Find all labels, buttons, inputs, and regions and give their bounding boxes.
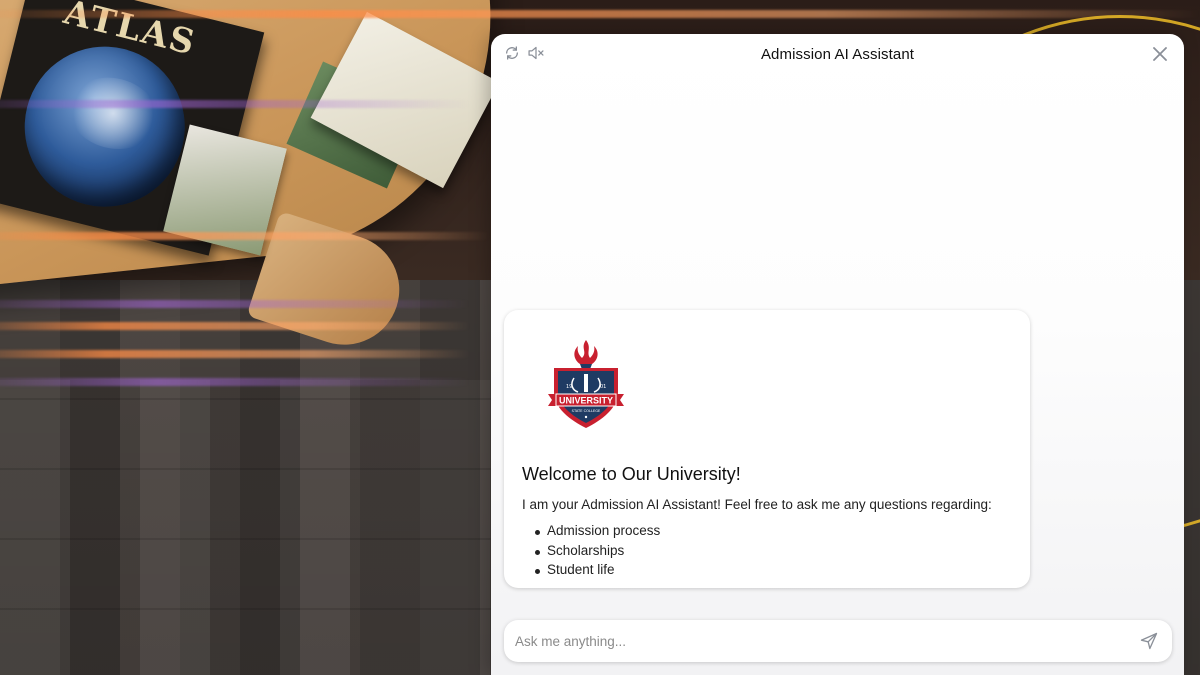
logo-year-right: 01 [600, 384, 606, 390]
background-carpet [0, 380, 500, 675]
send-icon [1140, 632, 1158, 650]
light-streak [0, 378, 470, 386]
list-item: Scholarships [534, 543, 660, 563]
light-streak [0, 232, 490, 240]
welcome-message: 19 01 UNIVERSITY STATE COLLEGE Welcome t… [504, 310, 1030, 588]
close-icon [1153, 47, 1167, 61]
welcome-title: Welcome to Our University! [522, 464, 741, 484]
chat-input-bar [504, 620, 1172, 662]
light-streak [0, 300, 470, 308]
topic-list: Admission process Scholarships Student l… [534, 523, 660, 582]
logo-year-left: 19 [566, 384, 572, 390]
chat-header: Admission AI Assistant [491, 34, 1184, 78]
send-button[interactable] [1138, 630, 1160, 652]
logo-sub-text: STATE COLLEGE [572, 409, 601, 413]
chat-window: Admission AI Assistant 19 01 UNIVERSITY … [491, 34, 1184, 675]
light-streak [0, 350, 470, 358]
chat-title: Admission AI Assistant [760, 46, 915, 63]
chat-input[interactable] [515, 633, 1115, 649]
close-button[interactable] [1150, 44, 1170, 64]
light-streak [0, 322, 470, 330]
list-item: Admission process [534, 523, 660, 543]
light-streak [0, 10, 1200, 18]
welcome-intro: I am your Admission AI Assistant! Feel f… [522, 497, 992, 512]
list-item: Student life [534, 562, 660, 582]
university-logo: 19 01 UNIVERSITY STATE COLLEGE [544, 338, 628, 430]
light-streak [0, 100, 470, 108]
logo-university-text: UNIVERSITY [559, 396, 613, 406]
